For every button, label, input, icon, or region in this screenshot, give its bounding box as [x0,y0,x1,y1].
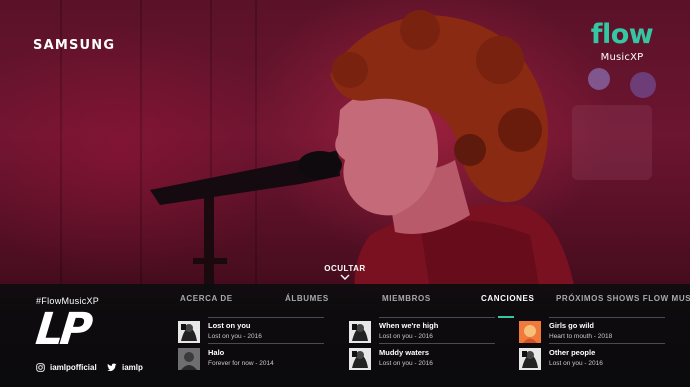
artist-info-panel: #FlowMusicXP LP iamlpofficial iamlp ACER… [0,284,690,387]
song-item[interactable]: Other people Lost on you - 2016 [519,347,667,371]
song-item[interactable]: Girls go wild Heart to mouth - 2018 [519,317,667,344]
album-bw-icon [519,348,541,370]
song-meta: Forever for now - 2014 [208,360,274,367]
instagram-link[interactable]: iamlpofficial [36,363,97,372]
artist-tabs: ACERCA DE ÁLBUMES MIEMBROS CANCIONES PRÓ… [180,294,690,318]
song-item[interactable]: When we're high Lost on you - 2016 [349,317,497,344]
album-orange-icon [519,321,541,343]
twitter-handle: iamlp [122,363,143,372]
tab-upcoming-shows[interactable]: PRÓXIMOS SHOWS FLOW MUSIC X [556,294,690,303]
song-item[interactable]: Halo Forever for now - 2014 [178,347,326,371]
instagram-icon [36,363,45,372]
tab-albums[interactable]: ÁLBUMES [285,294,329,303]
twitter-icon [107,363,117,372]
active-tab-indicator [498,316,514,318]
tab-about[interactable]: ACERCA DE [180,294,233,303]
song-title: When we're high [379,321,439,330]
flow-logo-word: flow [590,19,654,50]
album-bw-icon [178,321,200,343]
twitter-link[interactable]: iamlp [107,363,143,372]
flow-music-xp-logo: flow MusicXP [584,19,660,64]
instagram-handle: iamlpofficial [50,363,97,372]
song-title: Muddy waters [379,348,430,357]
samsung-logo: SAMSUNG [33,38,116,53]
album-gray-icon [178,348,200,370]
song-title: Girls go wild [549,321,595,330]
song-item[interactable]: Lost on you Lost on you - 2016 [178,317,326,344]
song-meta: Lost on you - 2016 [379,360,433,367]
song-meta: Heart to mouth - 2018 [549,333,613,340]
tab-members[interactable]: MIEMBROS [382,294,431,303]
chevron-down-icon [340,274,350,280]
song-title: Lost on you [208,321,251,330]
artist-logo: LP [33,304,92,355]
song-title: Halo [208,348,225,357]
hide-panel-button[interactable]: OCULTAR [322,264,368,280]
song-meta: Lost on you - 2016 [379,333,433,340]
song-title: Other people [549,348,596,357]
album-bw-icon [349,348,371,370]
hide-panel-label: OCULTAR [324,264,366,273]
album-bw-icon [349,321,371,343]
flow-logo-subtitle: MusicXP [600,52,644,63]
tab-songs[interactable]: CANCIONES [481,294,534,303]
song-item[interactable]: Muddy waters Lost on you - 2016 [349,347,497,371]
song-meta: Lost on you - 2016 [208,333,262,340]
song-meta: Lost on you - 2016 [549,360,603,367]
